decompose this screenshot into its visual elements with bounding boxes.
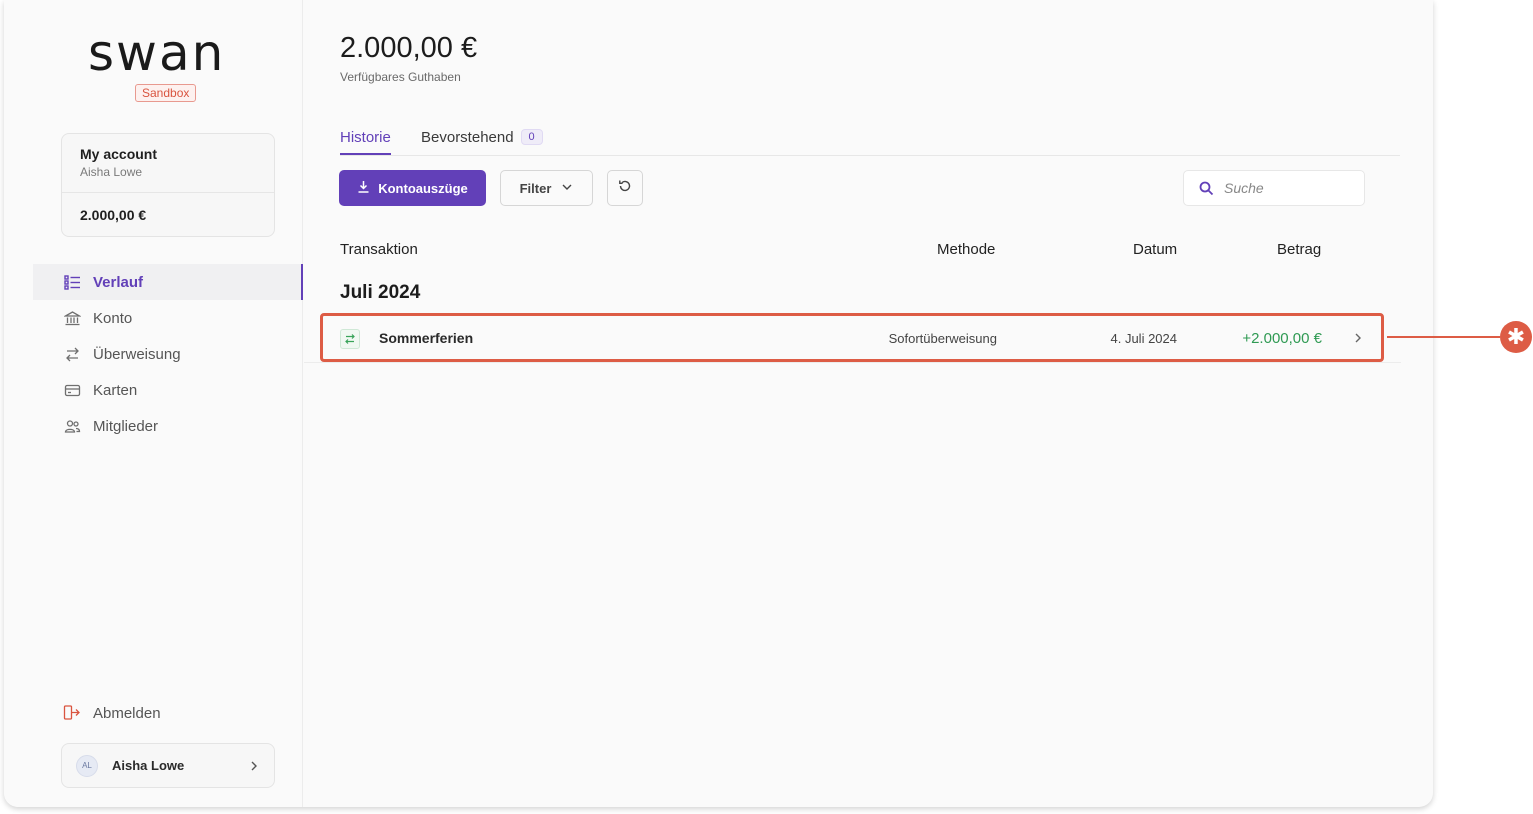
logout-button[interactable]: Abmelden [63,704,161,722]
account-card-divider [62,192,274,193]
search-input[interactable] [1224,180,1344,196]
column-header-method[interactable]: Methode [937,241,995,258]
logout-label: Abmelden [93,704,161,722]
month-group-heading: Juli 2024 [340,282,421,303]
account-card[interactable]: My account Aisha Lowe 2.000,00 € [61,133,275,237]
tab-bevorstehend[interactable]: Bevorstehend 0 [421,129,543,146]
account-holder: Aisha Lowe [80,165,143,179]
logout-icon [63,704,81,722]
filter-label: Filter [519,180,552,196]
sidebar-nav: Verlauf Konto Überweisung Karten Mitglie… [33,264,303,444]
chevron-right-icon [248,760,260,772]
sidebar-item-konto[interactable]: Konto [33,300,303,336]
account-balance: 2.000,00 € [80,207,147,223]
available-balance-label: Verfügbares Guthaben [340,70,461,84]
column-header-date[interactable]: Datum [1133,241,1177,258]
search-box[interactable] [1183,170,1365,206]
sidebar-item-verlauf[interactable]: Verlauf [33,264,303,300]
tab-bar: Historie Bevorstehend 0 [340,126,1400,156]
sidebar-item-ueberweisung[interactable]: Überweisung [33,336,303,372]
bank-icon [63,309,81,327]
card-icon [63,381,81,399]
asterisk-icon: ✱ [1506,324,1526,349]
sidebar-item-label: Verlauf [93,273,144,291]
tab-count-badge: 0 [520,129,543,145]
sidebar-item-karten[interactable]: Karten [33,372,303,408]
sidebar-item-mitglieder[interactable]: Mitglieder [33,408,303,444]
sidebar-item-label: Mitglieder [93,417,159,435]
download-icon [357,180,370,196]
refresh-button[interactable] [607,170,643,206]
statements-button[interactable]: Kontoauszüge [339,170,486,206]
highlight-box [320,313,1384,362]
statements-label: Kontoauszüge [378,180,468,196]
list-icon [63,273,81,291]
user-profile-card[interactable]: AL Aisha Lowe [61,743,275,788]
column-header-transaction[interactable]: Transaktion [340,241,418,258]
tab-historie[interactable]: Historie [340,129,391,155]
column-header-amount[interactable]: Betrag [1277,241,1321,258]
account-name: My account [80,146,158,162]
user-name: Aisha Lowe [112,758,185,773]
sidebar: swan Sandbox My account Aisha Lowe 2.000… [4,0,303,807]
main-content: 2.000,00 € Verfügbares Guthaben Historie… [304,0,1433,807]
app-window: swan Sandbox My account Aisha Lowe 2.000… [4,0,1433,807]
avatar: AL [76,754,98,777]
search-icon [1199,181,1214,196]
members-icon [63,417,81,435]
sidebar-item-label: Karten [93,381,138,399]
tab-label: Historie [340,129,391,146]
sandbox-badge: Sandbox [135,84,197,102]
sidebar-item-label: Überweisung [93,345,181,363]
filter-button[interactable]: Filter [500,170,593,206]
transfer-icon [63,345,81,363]
swan-logo: swan [88,24,226,82]
available-balance: 2.000,00 € [340,32,478,64]
tab-label: Bevorstehend [421,129,514,146]
chevron-down-icon [561,181,573,196]
sidebar-item-label: Konto [93,309,133,327]
refresh-icon [618,179,632,198]
annotation-marker: ✱ [1500,321,1532,353]
annotation-line [1387,336,1500,338]
